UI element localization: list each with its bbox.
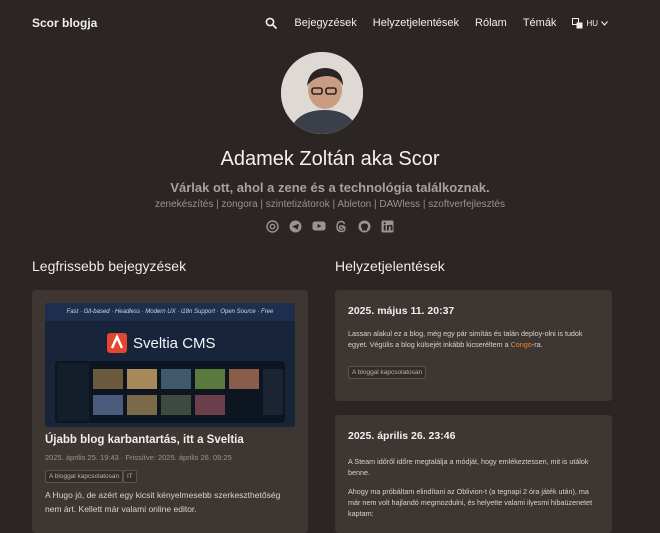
congo-link[interactable]: Congo bbox=[511, 340, 532, 349]
nav-item-topics[interactable]: Témák bbox=[523, 17, 557, 29]
translate-icon bbox=[572, 17, 583, 29]
latest-posts-heading: Legfrissebb bejegyzések bbox=[32, 258, 187, 274]
post-banner-image: Fast · Git-based · Headless · Modern UX … bbox=[45, 303, 295, 427]
language-switcher[interactable]: HU bbox=[572, 17, 608, 29]
telegram-icon[interactable] bbox=[289, 219, 303, 233]
site-brand-link[interactable]: Scor blogja bbox=[32, 16, 97, 30]
github-icon[interactable] bbox=[358, 219, 372, 233]
nav-item-status[interactable]: Helyzetjelentések bbox=[373, 17, 459, 29]
post-tag[interactable]: A bloggal kapcsolatosan bbox=[45, 470, 124, 483]
banner-tagline: Fast · Git-based · Headless · Modern UX … bbox=[66, 309, 274, 315]
social-links bbox=[0, 219, 660, 233]
main-nav: Bejegyzések Helyzetjelentések Rólam Témá… bbox=[264, 16, 608, 30]
nav-item-posts[interactable]: Bejegyzések bbox=[294, 17, 356, 29]
status-date: 2025. április 26. 23:46 bbox=[348, 430, 456, 442]
nav-item-about[interactable]: Rólam bbox=[475, 17, 507, 29]
status-tag[interactable]: A bloggal kapcsolatosan bbox=[348, 366, 427, 379]
threads-icon[interactable] bbox=[335, 219, 349, 233]
at-icon[interactable] bbox=[266, 219, 280, 233]
search-icon[interactable] bbox=[264, 16, 278, 30]
chevron-down-icon bbox=[601, 20, 608, 26]
status-card: 2025. május 11. 20:37 Lassan alakul ez a… bbox=[335, 290, 612, 401]
top-navigation-bar: Scor blogja Bejegyzések Helyzetjelentése… bbox=[0, 0, 660, 46]
profile-name: Adamek Zoltán aka Scor bbox=[220, 148, 440, 170]
youtube-icon[interactable] bbox=[312, 219, 326, 233]
latest-post-card[interactable]: Fast · Git-based · Headless · Modern UX … bbox=[32, 290, 308, 533]
post-excerpt: A Hugo jó, de azért egy kicsit kényelmes… bbox=[45, 490, 281, 514]
linkedin-icon[interactable] bbox=[381, 219, 395, 233]
post-tag[interactable]: IT bbox=[123, 470, 137, 483]
status-text: Lassan alakul ez a blog, még egy pár sim… bbox=[348, 329, 583, 349]
status-heading: Helyzetjelentések bbox=[335, 258, 445, 274]
profile-tagline: Várlak ott, ahol a zene és a technológia… bbox=[170, 180, 490, 195]
status-text: Ahogy ma próbáltam elindítani az Oblivio… bbox=[348, 487, 593, 518]
status-card: 2025. április 26. 23:46 A Steam időről i… bbox=[335, 415, 612, 533]
banner-title: Sveltia CMS bbox=[133, 335, 216, 352]
profile-keywords: zenekészítés | zongora | szintetizátorok… bbox=[155, 199, 505, 210]
status-date: 2025. május 11. 20:37 bbox=[348, 305, 455, 317]
post-title-link[interactable]: Újabb blog karbantartás, itt a Sveltia bbox=[45, 434, 244, 446]
avatar bbox=[281, 52, 363, 134]
language-label: HU bbox=[586, 18, 598, 28]
status-text: A Steam időről időre megtalálja a módját… bbox=[348, 457, 589, 477]
post-meta: 2025. április 25. 19:43 · Frissítve: 202… bbox=[45, 453, 232, 462]
